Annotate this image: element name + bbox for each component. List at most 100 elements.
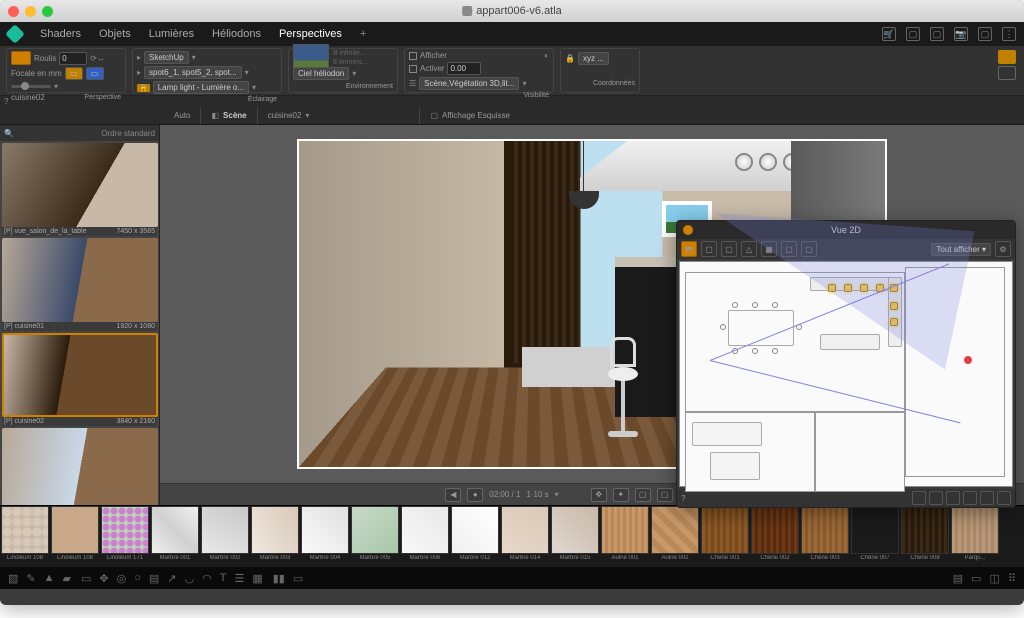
lock-icon[interactable]: 🔒 (137, 84, 150, 92)
material-swatch[interactable]: Chêne 002 (750, 506, 800, 567)
cart-icon[interactable]: 🛒 (882, 27, 896, 41)
more-icon[interactable]: ⋮ (1002, 27, 1016, 41)
material-swatch[interactable]: Chêne 001 (700, 506, 750, 567)
panel-help-icon[interactable]: ? (681, 494, 685, 503)
afficher-checkbox[interactable] (409, 52, 417, 60)
tool-shape-icon[interactable]: ▲ (44, 572, 55, 585)
tool-text-icon[interactable]: T (220, 572, 227, 585)
material-swatch[interactable]: Chêne 008 (900, 506, 950, 567)
material-swatch[interactable]: Marbre 003 (250, 506, 300, 567)
material-swatch[interactable]: Parqu... (950, 506, 1000, 567)
play-icon[interactable]: ● (467, 488, 483, 502)
activer-value[interactable] (447, 62, 481, 75)
toolbar-collapse-icon[interactable] (998, 66, 1016, 80)
tool-arc2-icon[interactable]: ◠ (202, 572, 212, 585)
material-swatch[interactable]: Marbre 001 (150, 506, 200, 567)
focale-mode-1[interactable]: ▭ (65, 67, 83, 80)
menu-perspectives[interactable]: Perspectives (279, 28, 342, 40)
focale-slider[interactable] (11, 85, 51, 88)
vp-tool-4[interactable]: ▢ (657, 488, 673, 502)
material-swatch[interactable]: Aulne 002 (650, 506, 700, 567)
tool-cube-icon[interactable]: ▧ (8, 572, 18, 585)
material-swatch[interactable]: Linoléum 108 (0, 506, 50, 567)
sketchup-select[interactable]: SketchUp (144, 51, 189, 64)
add-camera-button[interactable] (11, 51, 31, 65)
search-icon[interactable]: 🔍 (4, 129, 14, 138)
ftr-icon-6[interactable] (997, 491, 1011, 505)
tool-eyedropper-icon[interactable]: ✎ (26, 572, 35, 585)
layout-icon-2[interactable]: ▢ (930, 27, 944, 41)
app-logo-icon[interactable] (5, 24, 25, 44)
material-swatch[interactable]: Marbre 002 (200, 506, 250, 567)
status-screen-icon[interactable]: ▭ (971, 572, 981, 585)
camera-marker[interactable] (964, 356, 972, 364)
ftr-icon-2[interactable] (929, 491, 943, 505)
tool-circle-icon[interactable]: ○ (134, 572, 141, 585)
menu-shaders[interactable]: Shaders (40, 28, 81, 40)
layout-icon-1[interactable]: ▢ (906, 27, 920, 41)
close-window-button[interactable] (8, 6, 19, 17)
material-swatch[interactable]: Marbre 014 (500, 506, 550, 567)
camera-icon[interactable]: 📷 (954, 27, 968, 41)
layers-select[interactable]: spot6_1, spot5_2, spot... (144, 66, 242, 79)
material-swatch[interactable]: Marbre 004 (300, 506, 350, 567)
material-swatch[interactable]: Linoléum 108 (50, 506, 100, 567)
vp-tool-1[interactable]: ✥ (591, 488, 607, 502)
tool-grid-icon[interactable]: ▦ (252, 572, 262, 585)
prev-frame-icon[interactable]: ◀ (445, 488, 461, 502)
tool-film-icon[interactable]: ▮▮ (273, 572, 285, 585)
window-icon[interactable]: ▢ (978, 27, 992, 41)
tool-rect-icon[interactable]: ▭ (81, 572, 91, 585)
xyz-select[interactable]: xyz ... (578, 52, 609, 65)
status-vr-icon[interactable]: ◫ (990, 572, 1000, 585)
ftr-icon-4[interactable] (963, 491, 977, 505)
tool-image-icon[interactable]: ▰ (63, 572, 71, 585)
vp-tool-2[interactable]: ✦ (613, 488, 629, 502)
material-swatch[interactable]: Chêne 003 (800, 506, 850, 567)
menu-objets[interactable]: Objets (99, 28, 131, 40)
view-thumb[interactable]: [P] vue_salon_de_la_table7450 x 3565 (2, 143, 157, 236)
view-thumb[interactable]: [P] cuisine023840 x 2160 (2, 333, 157, 426)
view-top-icon[interactable]: ⬒ (681, 241, 697, 257)
status-layout-icon[interactable]: ▤ (953, 572, 963, 585)
minimize-window-button[interactable] (25, 6, 36, 17)
tool-frame-icon[interactable]: ▭ (293, 572, 303, 585)
status-dots-icon[interactable]: ⠿ (1008, 572, 1016, 585)
material-swatch[interactable]: Linoléum 171 (100, 506, 150, 567)
material-swatch[interactable]: Marbre 015 (550, 506, 600, 567)
tool-move-icon[interactable]: ✥ (99, 572, 108, 585)
activer-checkbox[interactable] (409, 65, 417, 73)
ftr-icon-1[interactable] (912, 491, 926, 505)
tool-arrow-icon[interactable]: ↗ (167, 572, 176, 585)
panel-settings-icon[interactable]: ⚙ (995, 241, 1011, 257)
view-thumb[interactable]: [P] cuisine011920 x 1080 (2, 238, 157, 331)
tool-layout-icon[interactable]: ▤ (149, 572, 159, 585)
tool-arc-icon[interactable]: ◡ (185, 572, 195, 585)
ftr-icon-5[interactable] (980, 491, 994, 505)
menu-add-icon[interactable]: + (360, 28, 366, 40)
link-icon[interactable]: ⟳↔ (90, 54, 105, 63)
panel-close-icon[interactable] (683, 225, 693, 235)
scene-veg-select[interactable]: Scène,Végétation 3D,lit... (419, 77, 519, 90)
material-swatch[interactable]: Marbre 012 (450, 506, 500, 567)
material-label: Marbre 015 (551, 555, 599, 561)
material-swatch[interactable]: Marbre 005 (350, 506, 400, 567)
tool-list-icon[interactable]: ☰ (234, 572, 244, 585)
material-swatch[interactable]: Marbre 006 (400, 506, 450, 567)
lamp-select[interactable]: Lamp light - Lumière o... (153, 81, 249, 94)
tool-target-icon[interactable]: ◎ (117, 572, 127, 585)
view-thumb[interactable]: [P] salon017450 x 3565 (2, 428, 157, 505)
panel-2d-canvas[interactable] (679, 261, 1013, 487)
toolbar-expand-icon[interactable] (998, 50, 1016, 64)
menu-lumieres[interactable]: Lumières (149, 28, 194, 40)
roulis-input[interactable] (59, 52, 87, 65)
sky-select[interactable]: Ciel héliodon (293, 67, 349, 80)
vp-tool-3[interactable]: ▢ (635, 488, 651, 502)
zoom-window-button[interactable] (42, 6, 53, 17)
sort-dropdown[interactable]: Ordre standard (101, 129, 155, 138)
ftr-icon-3[interactable] (946, 491, 960, 505)
focale-mode-2[interactable]: ▭ (86, 67, 104, 80)
menu-heliodons[interactable]: Héliodons (212, 28, 261, 40)
material-swatch[interactable]: Chêne 007 (850, 506, 900, 567)
material-swatch[interactable]: Aulne 001 (600, 506, 650, 567)
